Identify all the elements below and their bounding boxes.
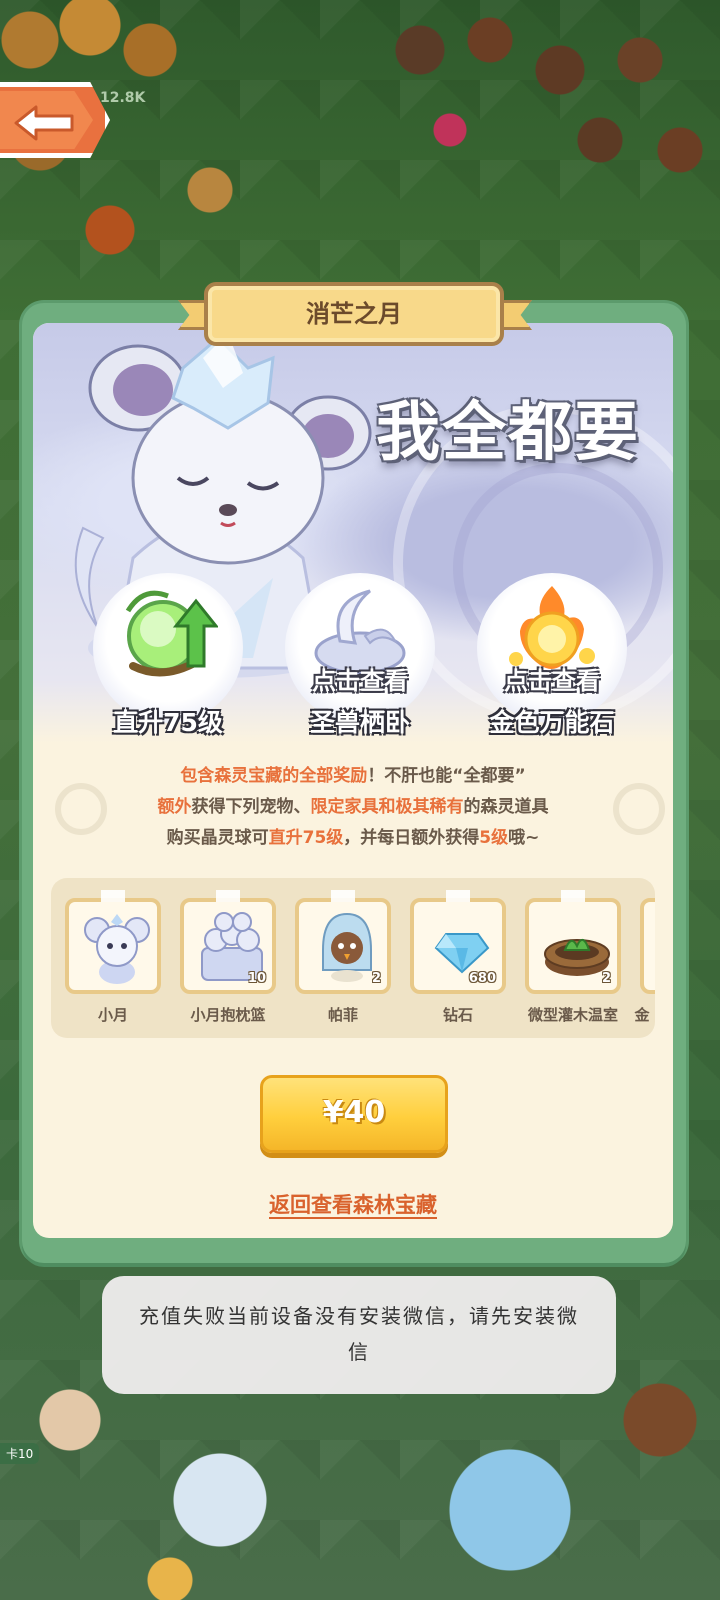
description-line-1: 包含森灵宝藏的全部奖励！不肝也能“全都要” xyxy=(180,766,526,786)
item-quantity: 2 xyxy=(371,971,381,986)
reward-label-level-up: 直升75级 xyxy=(113,708,223,737)
tape-decoration xyxy=(561,890,585,902)
item-slot: 680 xyxy=(410,898,506,994)
item-slot xyxy=(65,898,161,994)
item-name: 小月抱枕篮 xyxy=(190,1006,266,1024)
reward-label-golden-stone: 金色万能石 xyxy=(489,708,615,737)
item-slot: 2 xyxy=(295,898,391,994)
item-name: 帕菲 xyxy=(327,1006,358,1024)
offer-banner: 我全都要 点击查看 点击查看 直升75级 圣兽栖卧 金色万能石 xyxy=(33,323,673,743)
item-name: 钻石 xyxy=(442,1006,473,1024)
back-button[interactable] xyxy=(0,82,110,158)
level-up-orb-icon xyxy=(125,590,218,677)
reward-items-list[interactable]: 小月 10 小月抱枕篮 2 帕菲 680 钻石 2 微型灌木温室 金 xyxy=(51,878,655,1038)
reward-golden-stone[interactable] xyxy=(477,573,627,723)
description-line-2: 额外获得下列宠物、限定家具和极其稀有的森灵道具 xyxy=(157,797,549,817)
buy-button[interactable]: ¥40 xyxy=(260,1075,448,1153)
item-slot: 10 xyxy=(180,898,276,994)
side-tag[interactable]: 卡10 xyxy=(0,1443,40,1464)
return-to-forest-treasure-link[interactable]: 返回查看森林宝藏 xyxy=(33,1189,673,1219)
item-name: 小月 xyxy=(97,1006,128,1024)
slogan-text: 我全都要 xyxy=(376,396,640,470)
offer-dialog: 我全都要 点击查看 点击查看 直升75级 圣兽栖卧 金色万能石 包含森灵宝藏的全… xyxy=(33,323,673,1238)
reward-label-moon-bed: 圣兽栖卧 xyxy=(309,708,410,737)
item-quantity: 10 xyxy=(247,971,266,986)
reward-level-up[interactable] xyxy=(93,573,243,723)
back-arrow-icon xyxy=(14,105,74,141)
reward-moon-bed[interactable] xyxy=(285,573,435,723)
item-slot xyxy=(640,898,655,994)
background-counter: 12.8K xyxy=(100,90,146,106)
item-slot: 2 xyxy=(525,898,621,994)
view-tag-golden-stone[interactable]: 点击查看 xyxy=(477,661,627,696)
offer-description: 包含森灵宝藏的全部奖励！不肝也能“全都要” 额外获得下列宠物、限定家具和极其稀有… xyxy=(33,761,673,854)
item-quantity: 680 xyxy=(468,971,496,986)
tape-decoration xyxy=(216,890,240,902)
item-name: 金 xyxy=(634,1006,650,1024)
xiaoyue-pet-icon xyxy=(84,914,150,984)
dialog-title: 消芒之月 xyxy=(204,282,504,346)
forest-trees-decoration xyxy=(0,0,360,320)
tape-decoration xyxy=(101,890,125,902)
description-line-3: 购买晶灵球可直升75级，并每日额外获得5级哦~ xyxy=(166,828,540,848)
view-tag-moon-bed[interactable]: 点击查看 xyxy=(285,661,435,696)
payment-error-toast: 充值失败当前设备没有安装微信，请先安装微信 xyxy=(102,1276,616,1394)
furniture-decoration xyxy=(360,0,720,230)
tape-decoration xyxy=(446,890,470,902)
tape-decoration xyxy=(331,890,355,902)
item-quantity: 2 xyxy=(601,971,611,986)
